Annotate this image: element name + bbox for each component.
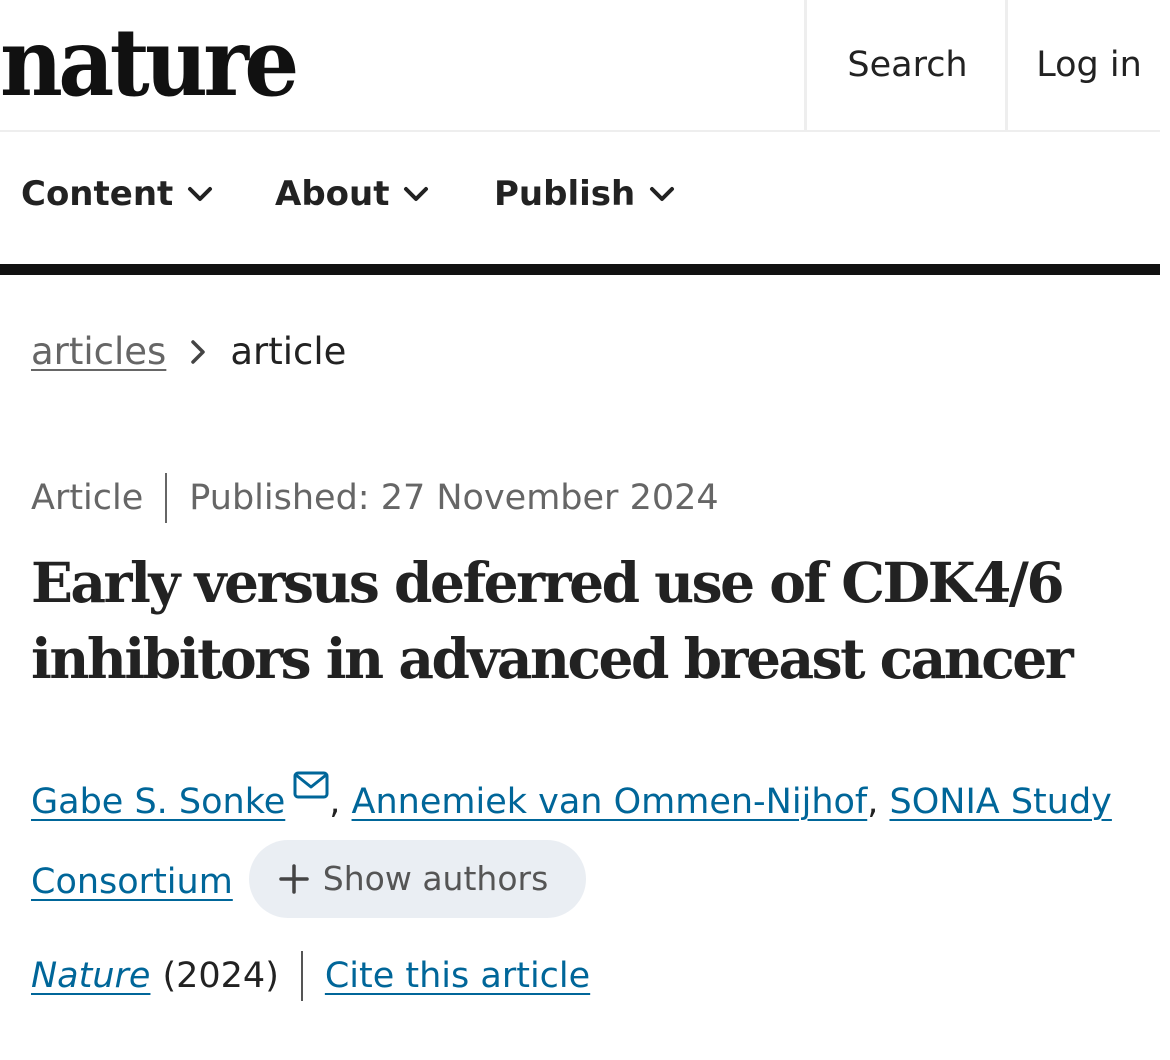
plus-icon <box>279 864 309 894</box>
chevron-down-icon <box>404 187 429 201</box>
nav-item-about[interactable]: About <box>275 174 429 214</box>
author-link[interactable]: Annemiek van Ommen-Nijhof <box>352 782 868 822</box>
show-authors-label: Show authors <box>322 859 549 898</box>
mail-icon[interactable] <box>293 748 329 828</box>
citation-line: Nature (2024) Cite this article <box>31 951 590 1001</box>
nav-item-content[interactable]: Content <box>21 174 213 214</box>
citation-divider <box>300 951 303 1001</box>
publish-date: Published: 27 November 2024 <box>189 478 719 518</box>
show-authors-button[interactable]: Show authors <box>248 840 587 918</box>
breadcrumb-current: article <box>230 330 347 373</box>
login-button[interactable]: Log in <box>1005 0 1170 130</box>
article-type: Article <box>31 478 144 518</box>
meta-divider <box>165 473 168 523</box>
main-nav: Content About Publish <box>0 132 1160 275</box>
nav-item-label: Publish <box>494 174 636 214</box>
nav-item-publish[interactable]: Publish <box>494 174 675 214</box>
chevron-down-icon <box>650 187 675 201</box>
chevron-down-icon <box>188 187 213 201</box>
search-button[interactable]: Search <box>804 0 1008 130</box>
breadcrumb-articles-link[interactable]: articles <box>31 330 166 373</box>
journal-link[interactable]: Nature <box>31 956 150 996</box>
author-link[interactable]: Gabe S. Sonke <box>31 782 285 822</box>
site-header: nature Search Log in <box>0 0 1160 132</box>
author-list: Gabe S. Sonke, Annemiek van Ommen-Nijhof… <box>31 748 1151 922</box>
nav-item-label: About <box>275 174 390 214</box>
nav-item-label: Content <box>21 174 174 214</box>
publication-year: (2024) <box>162 956 279 996</box>
article-meta: Article Published: 27 November 2024 <box>31 473 719 523</box>
cite-article-link[interactable]: Cite this article <box>325 956 590 996</box>
breadcrumb: articles article <box>31 330 346 373</box>
article-title: Early versus deferred use of CDK4/6 inhi… <box>31 550 1074 691</box>
chevron-right-icon <box>190 339 206 365</box>
nature-logo[interactable]: nature <box>0 8 299 118</box>
